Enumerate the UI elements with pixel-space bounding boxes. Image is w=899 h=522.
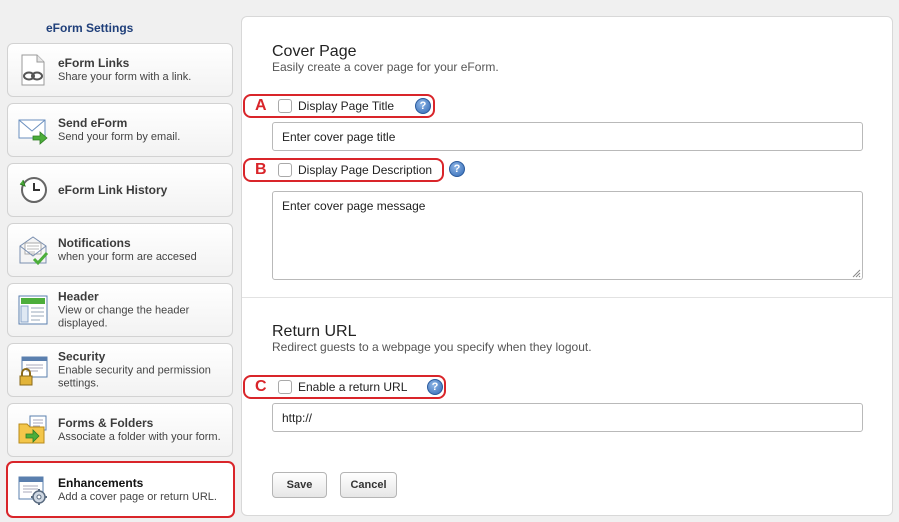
folder-icon — [18, 415, 47, 444]
annotation-letter-b: B — [255, 161, 267, 178]
sidebar-item-label: Enhancements — [58, 475, 144, 490]
sidebar-item-enhancements[interactable]: Enhancements Add a cover page or return … — [6, 461, 235, 518]
save-button-label: Save — [286, 479, 313, 491]
sidebar-item-description: Associate a folder with your form. — [58, 431, 221, 443]
sidebar-item-label: Security — [58, 349, 106, 364]
sidebar-item-description: Send your form by email. — [58, 131, 181, 143]
clock-history-icon — [19, 177, 47, 203]
sidebar-item-label: Forms & Folders — [58, 416, 154, 430]
sidebar-item-description: when your form are accesed — [58, 251, 197, 263]
sidebar-item-label: eForm Links — [58, 56, 130, 70]
link-document-icon — [21, 54, 45, 86]
sidebar-item-description: Enable security and permission settings. — [58, 364, 211, 390]
enable-return-url-checkbox[interactable] — [278, 380, 292, 394]
annotation-letter-a: A — [255, 97, 267, 114]
help-icon[interactable]: ? — [427, 379, 443, 395]
annotation-letter-c: C — [255, 378, 267, 395]
return-url-input[interactable] — [272, 403, 863, 432]
display-page-title-checkbox[interactable] — [278, 99, 292, 113]
resize-grip-icon[interactable] — [851, 268, 861, 278]
sidebar-item-eform-link-history[interactable]: eForm Link History — [7, 163, 233, 217]
sidebar-item-eform-links[interactable]: eForm Links Share your form with a link. — [7, 43, 233, 97]
sidebar-item-description: View or change the header displayed. — [58, 304, 190, 330]
save-button[interactable]: Save — [272, 472, 327, 498]
display-page-description-label[interactable]: Display Page Description — [298, 163, 432, 177]
return-url-title: Return URL — [272, 323, 357, 340]
sidebar-item-label: Send eForm — [58, 116, 128, 130]
window-gear-icon — [18, 476, 47, 505]
cover-page-message-textarea[interactable]: Enter cover page message — [272, 191, 863, 280]
cover-page-title-input[interactable] — [272, 122, 863, 151]
sidebar-item-send-eform[interactable]: Send eForm Send your form by email. — [7, 103, 233, 157]
notification-mail-icon — [19, 236, 48, 266]
header-layout-icon — [18, 295, 48, 325]
sidebar-item-security[interactable]: Security Enable security and permission … — [7, 343, 233, 397]
cancel-button-label: Cancel — [350, 479, 387, 491]
display-page-description-option: B Display Page Description — [243, 158, 444, 182]
display-page-title-option: A Display Page Title ? — [243, 94, 435, 118]
display-page-title-label[interactable]: Display Page Title — [298, 99, 394, 113]
sidebar-item-description: Add a cover page or return URL. — [58, 490, 217, 503]
sidebar-item-forms-folders[interactable]: Forms & Folders Associate a folder with … — [7, 403, 233, 457]
sidebar-item-description: Share your form with a link. — [58, 71, 192, 83]
enable-return-url-option: C Enable a return URL ? — [243, 375, 446, 399]
sidebar-item-label: eForm Link History — [58, 183, 168, 197]
lock-window-icon — [19, 356, 48, 386]
envelope-send-icon — [18, 119, 48, 145]
help-icon[interactable]: ? — [415, 98, 431, 114]
cover-page-title: Cover Page — [272, 43, 357, 60]
enable-return-url-label[interactable]: Enable a return URL — [298, 380, 407, 394]
help-icon[interactable]: ? — [449, 161, 465, 177]
cover-page-subtitle: Easily create a cover page for your eFor… — [272, 60, 499, 74]
sidebar-item-label: Notifications — [58, 236, 131, 250]
sidebar-item-notifications[interactable]: Notifications when your form are accesed — [7, 223, 233, 277]
sidebar-item-header[interactable]: Header View or change the header display… — [7, 283, 233, 337]
return-url-subtitle: Redirect guests to a webpage you specify… — [272, 340, 592, 354]
enhancements-panel: Cover Page Easily create a cover page fo… — [241, 16, 893, 516]
section-divider — [242, 297, 892, 298]
sidebar-item-label: Header — [58, 289, 99, 304]
display-page-description-checkbox[interactable] — [278, 163, 292, 177]
cancel-button[interactable]: Cancel — [340, 472, 397, 498]
sidebar-title: eForm Settings — [46, 21, 134, 35]
